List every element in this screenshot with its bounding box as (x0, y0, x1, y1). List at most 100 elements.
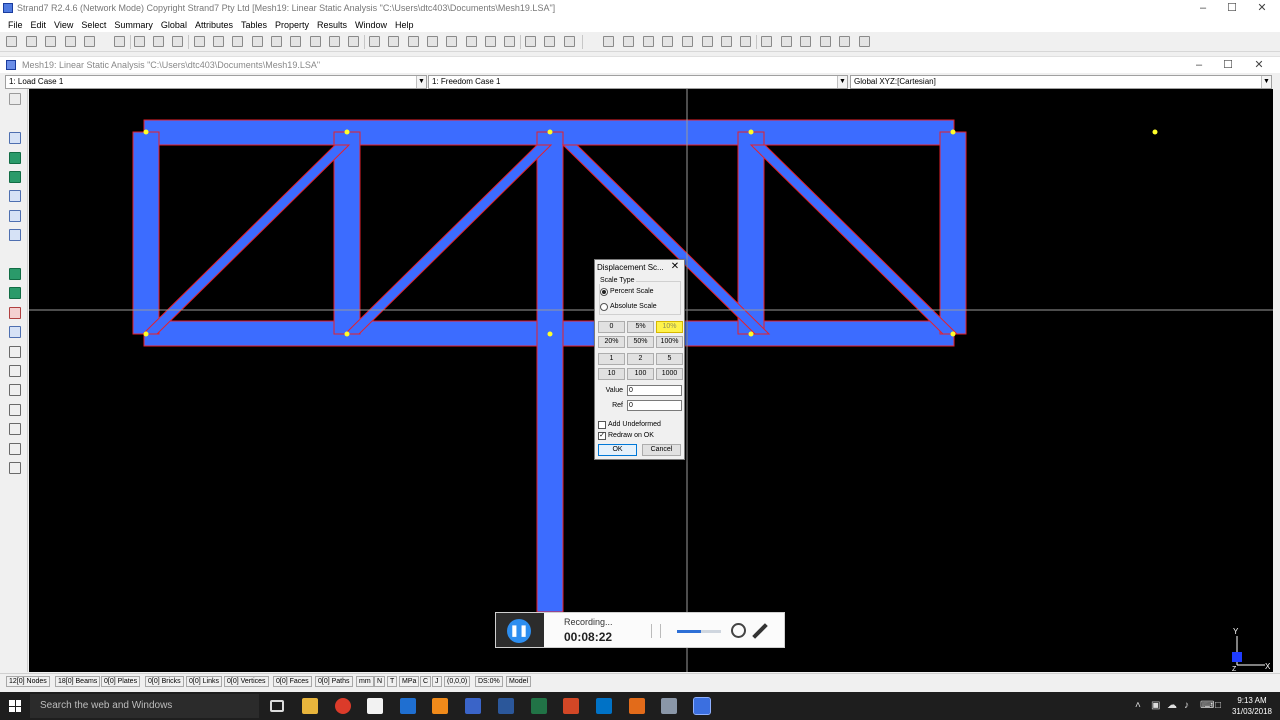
tray-cloud-icon[interactable]: ☁ (1167, 700, 1177, 711)
matlab-icon[interactable] (629, 698, 645, 714)
strand7-taskbar-icon[interactable] (693, 697, 711, 715)
brick-icon[interactable] (466, 36, 477, 47)
table-icon[interactable] (859, 36, 870, 47)
file-explorer-icon[interactable] (302, 698, 318, 714)
copy-icon[interactable] (153, 36, 164, 47)
copy-window-icon[interactable] (761, 36, 772, 47)
scale-100-button[interactable]: 100 (627, 368, 654, 380)
close-button[interactable]: ✕ (1247, 1, 1277, 16)
extrude-tool-icon[interactable] (9, 404, 21, 416)
taskbar-clock[interactable]: 9:13 AM 31/03/2018 (1226, 695, 1278, 717)
node[interactable] (143, 331, 149, 337)
fit-icon[interactable] (310, 36, 321, 47)
arrow-up-icon[interactable] (525, 36, 536, 47)
tray-keyboard-icon[interactable]: ⌨ (1200, 700, 1214, 711)
volume-slider[interactable] (677, 630, 721, 633)
menu-file[interactable]: File (4, 20, 27, 30)
menu-attributes[interactable]: Attributes (191, 20, 237, 30)
cut-icon[interactable] (134, 36, 145, 47)
plate-tool-icon[interactable] (9, 152, 21, 164)
cylinder-tool-icon[interactable] (9, 268, 21, 280)
scale-1000-button[interactable]: 1000 (656, 368, 683, 380)
resize-icon[interactable] (643, 36, 654, 47)
scale-5-button[interactable]: 5 (656, 353, 683, 365)
open-file-icon[interactable] (26, 36, 37, 47)
pause-icon[interactable]: ❚❚ (507, 619, 531, 643)
node[interactable] (748, 331, 754, 337)
grid-dots-icon[interactable] (9, 93, 21, 105)
vertical-beam-2[interactable] (333, 131, 361, 335)
vertical-beam-1[interactable] (132, 131, 160, 335)
pan-icon[interactable] (290, 36, 301, 47)
node[interactable] (344, 129, 350, 135)
node[interactable] (547, 331, 553, 337)
measure-icon[interactable] (662, 36, 673, 47)
restraint-tool-icon[interactable] (9, 326, 21, 338)
zoom-out-icon[interactable] (329, 36, 340, 47)
menu-summary[interactable]: Summary (110, 20, 157, 30)
ref-input[interactable]: 0 (627, 400, 682, 411)
vlc-icon[interactable] (432, 698, 448, 714)
tray-volume-icon[interactable]: ♪ (1184, 700, 1189, 711)
results-tool-icon[interactable] (9, 384, 21, 396)
scale-10-button[interactable]: 10 (598, 368, 625, 380)
undo-icon[interactable] (84, 36, 95, 47)
pin-icon[interactable] (564, 36, 575, 47)
table-tool-icon[interactable] (9, 365, 21, 377)
diagonal-beam-1[interactable] (141, 144, 351, 335)
tray-notifications-icon[interactable]: □ (1215, 700, 1221, 711)
value-input[interactable]: 0 (627, 385, 682, 396)
vertical-beam-5[interactable] (939, 131, 967, 335)
powerpoint-icon[interactable] (563, 698, 579, 714)
link-icon[interactable] (702, 36, 713, 47)
grid-icon[interactable] (427, 36, 438, 47)
window-icon[interactable] (781, 36, 792, 47)
node[interactable] (344, 331, 350, 337)
menu-property[interactable]: Property (271, 20, 313, 30)
save-icon[interactable] (45, 36, 56, 47)
diagonal-beam-4[interactable] (749, 144, 959, 335)
node[interactable] (143, 129, 149, 135)
wand-icon[interactable] (504, 36, 515, 47)
load-case-dropdown[interactable]: 1: Load Case 1 ▼ (5, 75, 427, 89)
webcam-icon[interactable] (731, 623, 746, 638)
add-undeformed-checkbox[interactable] (598, 421, 606, 429)
node[interactable] (547, 129, 553, 135)
freedom-case-dropdown[interactable]: 1: Freedom Case 1 ▼ (428, 75, 848, 89)
line-icon[interactable] (603, 36, 614, 47)
inspect-tool-icon[interactable] (9, 462, 21, 474)
select-icon[interactable] (369, 36, 380, 47)
sphere-icon[interactable] (388, 36, 399, 47)
app-icon[interactable] (661, 698, 677, 714)
menu-results[interactable]: Results (313, 20, 351, 30)
windows-start-icon[interactable] (9, 700, 21, 712)
center-column-beam[interactable] (536, 131, 564, 613)
ok-button[interactable]: OK (598, 444, 637, 456)
menu-edit[interactable]: Edit (27, 20, 51, 30)
scale-50pct-button[interactable]: 50% (627, 336, 654, 348)
ruler-tool-icon[interactable] (9, 287, 21, 299)
tree-icon[interactable] (544, 36, 555, 47)
percent-scale-radio[interactable] (600, 288, 608, 296)
globe-icon[interactable] (446, 36, 457, 47)
tray-chevron-up-icon[interactable]: ˄ (1135, 700, 1141, 711)
edit-icon[interactable] (194, 36, 205, 47)
node-tool-icon[interactable] (9, 113, 21, 125)
diagonal-beam-2[interactable] (343, 144, 553, 335)
attribute-tool-icon[interactable] (9, 307, 21, 319)
scale-20pct-button[interactable]: 20% (598, 336, 625, 348)
vertical-beam-4[interactable] (737, 131, 765, 335)
menu-window[interactable]: Window (351, 20, 391, 30)
excel-icon[interactable] (531, 698, 547, 714)
word-icon[interactable] (498, 698, 514, 714)
scale-1-button[interactable]: 1 (598, 353, 625, 365)
child-minimize-button[interactable]: – (1184, 58, 1214, 73)
mesh-tool-icon[interactable] (9, 346, 21, 358)
task-view-icon[interactable] (270, 700, 284, 712)
scale-2-button[interactable]: 2 (627, 353, 654, 365)
redraw-on-ok-checkbox[interactable]: ✓ (598, 432, 606, 440)
node[interactable] (950, 331, 956, 337)
new-file-icon[interactable] (6, 36, 17, 47)
menu-view[interactable]: View (50, 20, 77, 30)
store-icon[interactable] (367, 698, 383, 714)
